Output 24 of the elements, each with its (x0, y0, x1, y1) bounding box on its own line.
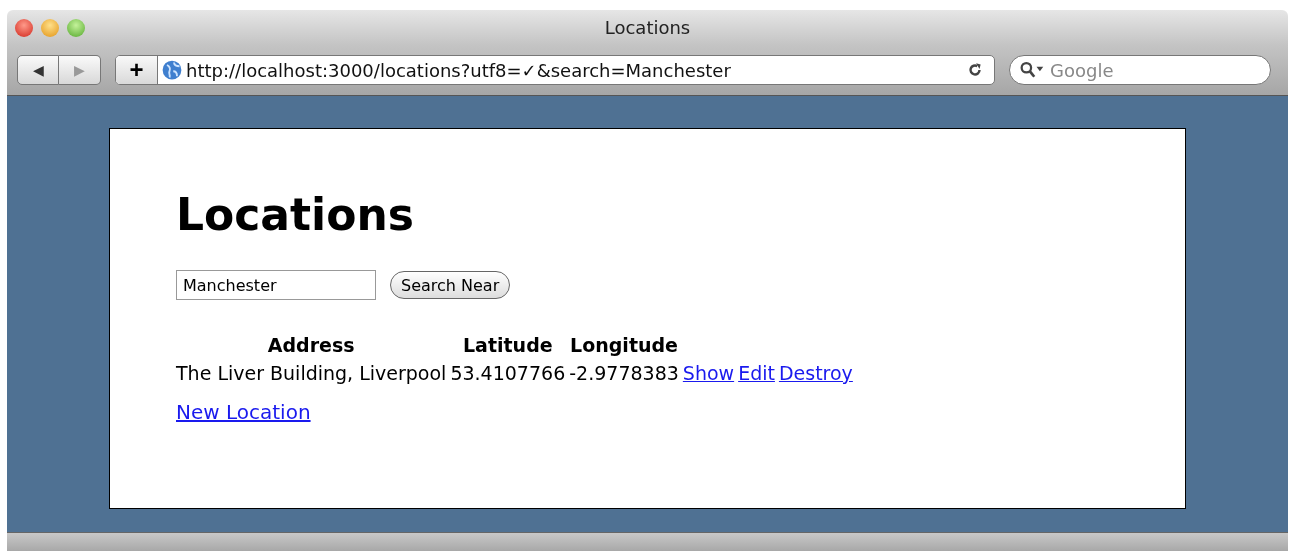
search-icon (1019, 61, 1045, 79)
close-button[interactable] (15, 18, 33, 37)
back-button[interactable]: ◀ (17, 55, 59, 85)
row-link[interactable]: Edit (738, 362, 775, 384)
table-cell: 53.4107766 (450, 362, 566, 384)
table-cell: The Liver Building, Liverpool (176, 362, 447, 384)
address-bar[interactable]: + http://localhost:3000/locations?utf8=✓&search=Manchester (115, 55, 995, 85)
zoom-button[interactable] (67, 18, 85, 37)
search-field[interactable]: Google (1009, 55, 1271, 85)
row-link[interactable]: Destroy (778, 362, 853, 384)
add-bookmark-button[interactable]: + (116, 56, 158, 84)
row-link[interactable]: Show (682, 362, 735, 384)
reload-icon[interactable] (966, 61, 984, 79)
search-input[interactable]: Manchester (176, 270, 376, 300)
column-header: Address (266, 334, 356, 356)
window-title: Locations (604, 17, 691, 38)
search-button[interactable]: Search Near (390, 271, 511, 299)
column-header: Longitude (569, 334, 679, 356)
globe-icon (162, 60, 182, 80)
page-heading: Locations (176, 189, 415, 240)
url-text: http://localhost:3000/locations?utf8=✓&search=Manchester (186, 59, 732, 81)
table-cell: -2.9778383 (569, 362, 679, 384)
column-header: Latitude (462, 334, 554, 356)
new-location-link[interactable]: New Location (176, 400, 311, 424)
